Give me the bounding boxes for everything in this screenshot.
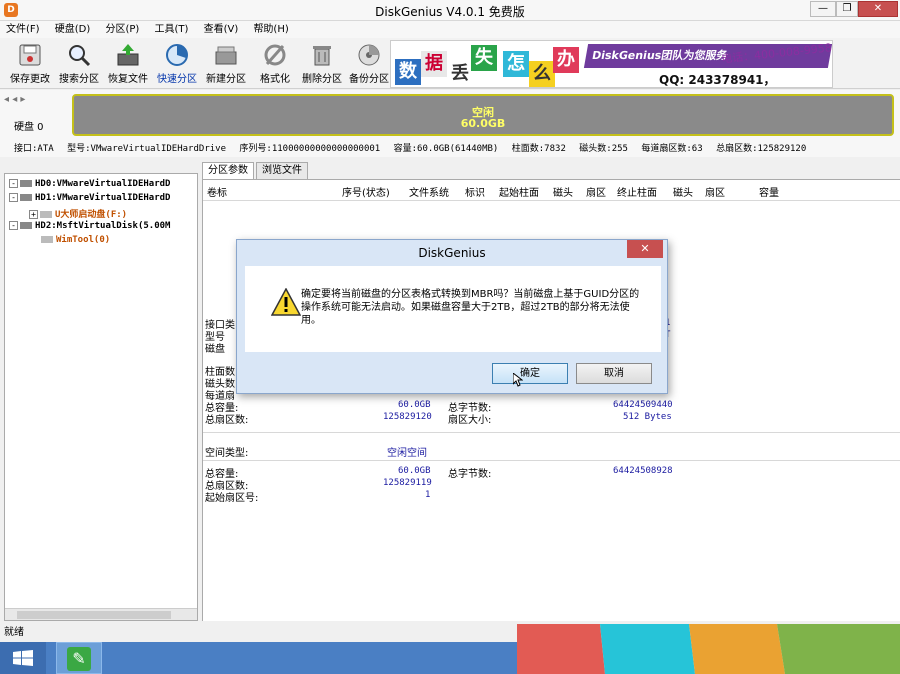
tree-horizontal-scrollbar[interactable] — [5, 608, 197, 620]
partition-icon — [41, 236, 53, 243]
recover-icon — [117, 44, 139, 66]
menu-tools[interactable]: 工具(T) — [154, 21, 188, 38]
taskbar: ✎ — [0, 642, 517, 674]
menu-disk[interactable]: 硬盘(D) — [55, 21, 91, 38]
col-start-head[interactable]: 磁头 — [553, 184, 573, 199]
search-icon — [69, 45, 91, 67]
confirm-dialog: DiskGenius ✕ 确定要将当前磁盘的分区表格式转换到MBR吗？当前磁盘上… — [236, 239, 668, 394]
delete-partition-button[interactable]: 删除分区 — [298, 40, 346, 86]
windows-logo-icon — [13, 650, 33, 666]
start-button[interactable] — [0, 642, 46, 674]
dialog-message: 确定要将当前磁盘的分区表格式转换到MBR吗？当前磁盘上基于GUID分区的操作系统… — [301, 289, 640, 326]
format-icon — [264, 44, 286, 66]
backup-partition-button[interactable]: 备份分区 — [345, 40, 393, 86]
dialog-close-button[interactable]: ✕ — [627, 240, 663, 258]
tab-partition-params[interactable]: 分区参数 — [202, 162, 254, 179]
warning-icon — [271, 288, 301, 316]
maximize-button[interactable]: ❐ — [836, 1, 858, 17]
menu-help[interactable]: 帮助(H) — [253, 21, 288, 38]
taskbar-app-wimtool[interactable]: ✎ — [56, 642, 102, 674]
col-id[interactable]: 标识 — [465, 184, 485, 199]
ok-button[interactable]: 确定 — [492, 363, 568, 384]
mouse-cursor-icon — [513, 373, 523, 387]
banner-qq: QQ: 243378941，13008995 8 — [659, 73, 776, 87]
new-partition-icon — [215, 46, 237, 65]
disk-label: 硬盘 0 — [14, 122, 44, 133]
window-title: DiskGenius V4.0.1 免费版 — [375, 5, 525, 19]
disk-info-line: 接口:ATA 型号:VMwareVirtualIDEHardDrive 序列号:… — [0, 142, 900, 157]
col-filesystem[interactable]: 文件系统 — [409, 184, 449, 199]
minimize-button[interactable]: — — [810, 1, 836, 17]
menu-bar: 文件(F) 硬盘(D) 分区(P) 工具(T) 查看(V) 帮助(H) — [0, 21, 900, 38]
col-end-sector[interactable]: 扇区 — [705, 184, 725, 199]
dialog-title: DiskGenius — [418, 246, 486, 260]
col-capacity[interactable]: 容量 — [759, 184, 779, 199]
free-space-bar[interactable]: 空闲 60.0GB — [72, 94, 894, 136]
format-button[interactable]: 格式化 — [251, 40, 299, 86]
search-partition-button[interactable]: 搜索分区 — [55, 40, 103, 86]
toolbar: 保存更改 搜索分区 恢复文件 快速分区 新建分区 格式化 删除分区 备份分区 数… — [0, 38, 900, 89]
col-start-cylinder[interactable]: 起始柱面 — [499, 184, 539, 199]
disk-tree: - HD0:VMwareVirtualIDEHardD - HD1:VMwareVi… — [4, 173, 198, 621]
menu-view[interactable]: 查看(V) — [204, 21, 239, 38]
col-index[interactable]: 序号(状态) — [342, 184, 390, 199]
partition-icon — [40, 211, 52, 218]
col-start-sector[interactable]: 扇区 — [586, 184, 606, 199]
col-end-cylinder[interactable]: 终止柱面 — [617, 184, 657, 199]
save-changes-button[interactable]: 保存更改 — [6, 40, 54, 86]
banner-slogan: 数 据 丢 失 怎 么 办 — [393, 43, 583, 87]
wrench-icon: ✎ — [67, 647, 91, 671]
dialog-body: 确定要将当前磁盘的分区表格式转换到MBR吗？当前磁盘上基于GUID分区的操作系统… — [245, 266, 661, 352]
quick-partition-icon — [166, 44, 188, 66]
col-volume-label[interactable]: 卷标 — [207, 184, 227, 199]
disk-icon — [20, 194, 32, 201]
decorative-color-blocks — [517, 624, 900, 674]
disk-nav[interactable]: ◂ ◂ ▸ — [4, 94, 25, 105]
cancel-button[interactable]: 取消 — [576, 363, 652, 384]
new-partition-button[interactable]: 新建分区 — [202, 40, 250, 86]
tree-node-hd1-partition[interactable]: + U大师启动盘(F:) — [29, 207, 127, 220]
tree-node-hd1[interactable]: - HD1:VMwareVirtualIDEHardD — [9, 193, 170, 203]
col-end-head[interactable]: 磁头 — [673, 184, 693, 199]
delete-icon — [313, 46, 331, 66]
tree-node-hd2-partition[interactable]: WimTool(0) — [41, 235, 110, 245]
disk-icon — [20, 180, 32, 187]
close-button[interactable]: ✕ — [858, 1, 898, 17]
recover-files-button[interactable]: 恢复文件 — [104, 40, 152, 86]
menu-file[interactable]: 文件(F) — [6, 21, 40, 38]
tab-browse-files[interactable]: 浏览文件 — [256, 162, 308, 179]
tree-node-hd0[interactable]: - HD0:VMwareVirtualIDEHardD — [9, 179, 170, 189]
ad-banner[interactable]: 数 据 丢 失 怎 么 办 DiskGenius团队为您服务 电话：400-00… — [390, 40, 833, 88]
disk-map: ◂ ◂ ▸ 硬盘 0 空闲 60.0GB — [0, 90, 900, 142]
title-bar: D DiskGenius V4.0.1 免费版 — ❐ ✕ — [0, 0, 900, 21]
save-icon — [19, 44, 41, 66]
menu-partition[interactable]: 分区(P) — [105, 21, 139, 38]
quick-partition-button[interactable]: 快速分区 — [153, 40, 201, 86]
disk-icon — [20, 222, 32, 229]
tree-node-hd2[interactable]: - HD2:MsftVirtualDisk(5.00M — [9, 221, 170, 231]
backup-icon — [358, 44, 380, 66]
